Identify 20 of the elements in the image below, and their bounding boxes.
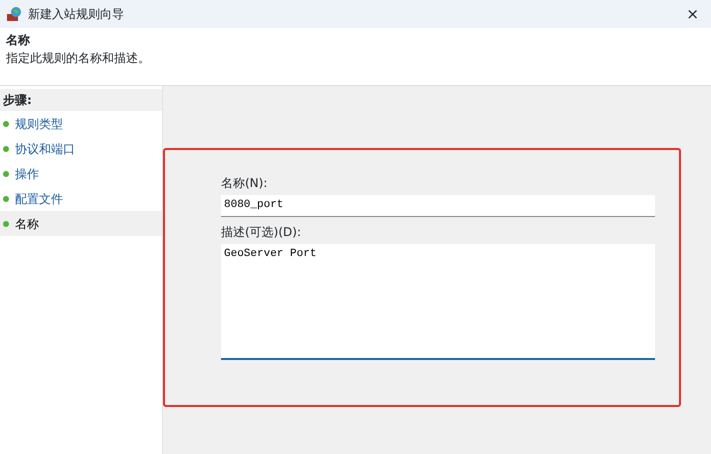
close-button[interactable]: × — [680, 2, 705, 26]
page-title: 名称 — [6, 32, 31, 49]
window-title: 新建入站规则向导 — [28, 6, 125, 23]
step-item[interactable]: 协议和端口 — [0, 136, 162, 161]
bullet-icon — [3, 146, 9, 152]
step-item[interactable]: 名称 — [0, 211, 162, 236]
steps-heading: 步骤: — [0, 89, 162, 111]
description-field[interactable]: GeoServer Port — [221, 244, 655, 360]
step-item[interactable]: 操作 — [0, 161, 162, 186]
bullet-icon — [3, 196, 9, 202]
bullet-icon — [3, 220, 9, 226]
step-item[interactable]: 规则类型 — [0, 111, 162, 136]
name-label: 名称(N): — [221, 175, 268, 192]
bullet-icon — [3, 120, 9, 126]
description-label: 描述(可选)(D): — [221, 224, 302, 240]
bullet-icon — [3, 170, 9, 176]
step-item[interactable]: 配置文件 — [0, 186, 162, 211]
name-field[interactable]: 8080_port — [221, 195, 655, 216]
firewall-globe-icon — [6, 6, 22, 22]
page-subtitle: 指定此规则的名称和描述。 — [6, 50, 151, 67]
